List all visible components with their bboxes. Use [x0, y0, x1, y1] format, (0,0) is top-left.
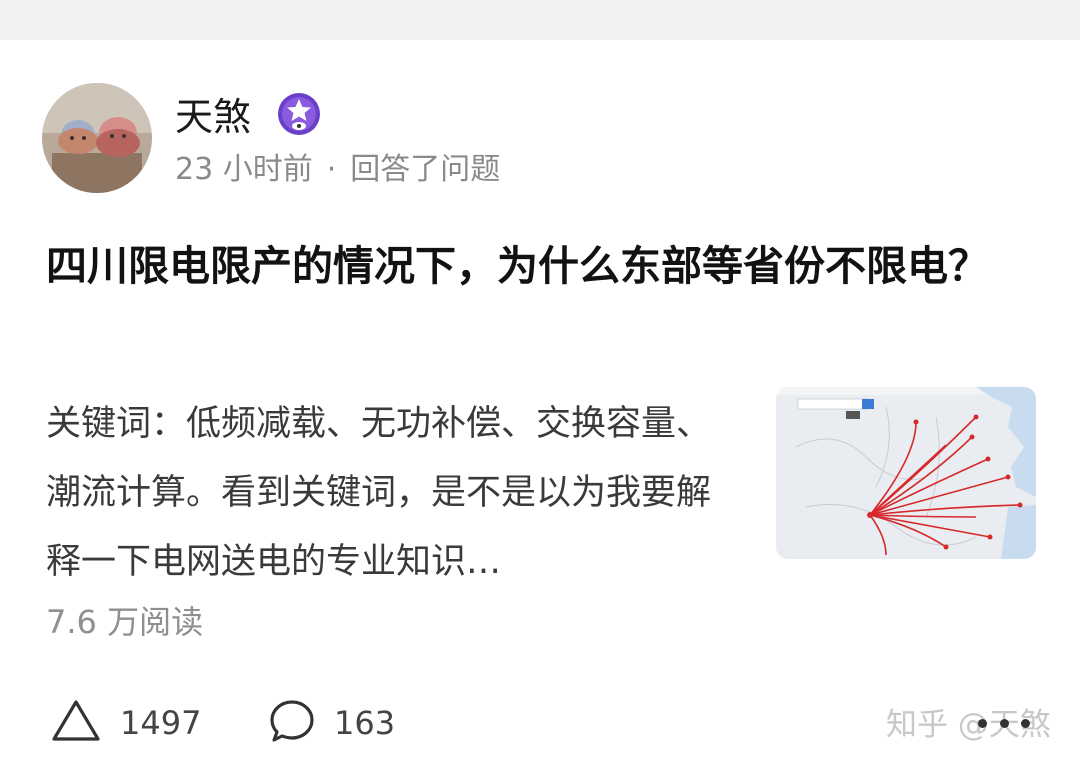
- power-transmission-map-thumbnail[interactable]: [776, 387, 1036, 559]
- answer-meta: 23 小时前 · 回答了问题: [175, 150, 500, 190]
- author-name[interactable]: 天煞: [175, 95, 251, 139]
- top-divider-band: [0, 0, 1080, 40]
- upvote-triangle-icon: [50, 698, 102, 748]
- answer-feed-card[interactable]: 天煞 23 小时前 · 回答了问题 四川限电限产的情况下，为什么东部等省份不限电？ …: [0, 40, 1080, 781]
- read-count: 7.6 万阅读: [46, 603, 204, 641]
- star-badge-icon[interactable]: [277, 92, 321, 136]
- answer-excerpt[interactable]: 关键词：低频减载、无功补偿、交换容量、潮流计算。看到关键词，是不是以为我要解释一…: [46, 390, 736, 597]
- comment-count: 163: [334, 704, 396, 742]
- action-text: 回答了问题: [350, 152, 501, 187]
- like-count: 1497: [120, 704, 202, 742]
- time-ago: 23 小时前: [175, 152, 313, 187]
- meta-separator: ·: [326, 152, 337, 187]
- question-title[interactable]: 四川限电限产的情况下，为什么东部等省份不限电？: [46, 230, 1036, 302]
- like-button[interactable]: 1497: [50, 700, 201, 746]
- comment-button[interactable]: 163: [268, 700, 395, 746]
- author-avatar[interactable]: [42, 83, 152, 193]
- comment-bubble-icon: [268, 698, 316, 748]
- more-options-icon[interactable]: [978, 716, 1030, 730]
